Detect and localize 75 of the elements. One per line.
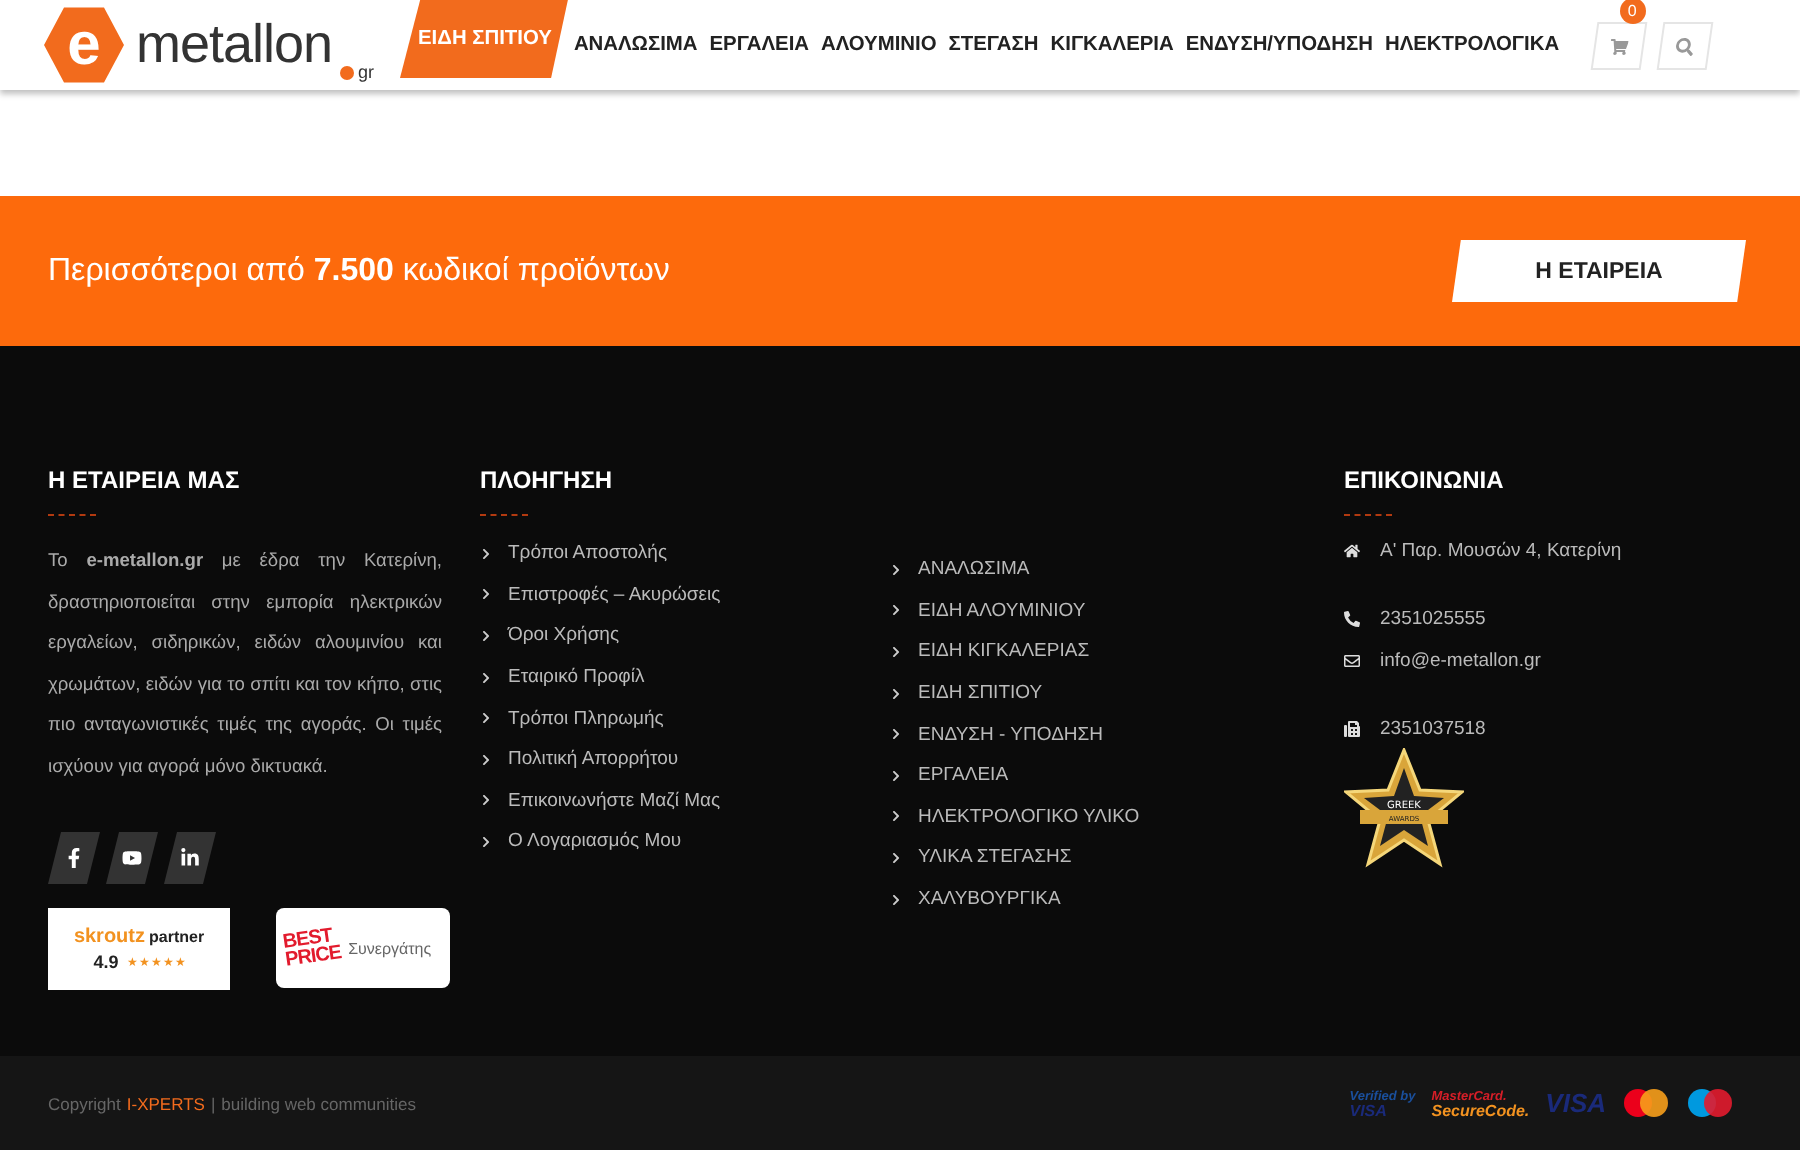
chevron-icon <box>480 753 492 766</box>
chevron-icon <box>890 728 902 741</box>
linkedin-button[interactable] <box>164 832 216 884</box>
youtube-icon <box>122 848 142 868</box>
chevron-icon <box>480 712 492 725</box>
category-link[interactable]: ΕΝΔΥΣΗ - ΥΠΟΔΗΣΗ <box>918 723 1104 746</box>
footer-link[interactable]: Ο Λογαριασμός Μου <box>508 830 682 853</box>
chevron-icon <box>890 769 902 782</box>
category-link[interactable]: ΕΙΔΗ ΣΠΙΤΙΟΥ <box>918 682 1043 705</box>
banner-text: Περισσότεροι από 7.500 κωδικοί προϊόντων <box>48 253 670 289</box>
nav-link[interactable]: ΑΛΟΥΜΙΝΙΟ <box>815 0 943 90</box>
envelope-icon <box>1344 652 1360 670</box>
footer-link[interactable]: Πολιτική Απορρήτου <box>508 748 679 771</box>
chevron-icon <box>480 547 492 560</box>
column-title: ΠΛΟΗΓΗΣΗ <box>480 466 615 494</box>
cart-button[interactable] <box>1589 21 1647 69</box>
facebook-button[interactable] <box>48 832 100 884</box>
chevron-icon <box>890 851 902 864</box>
category-link[interactable]: ΑΝΑΛΩΣΙΜΑ <box>918 558 1030 581</box>
chevron-icon <box>890 687 902 700</box>
chevron-icon <box>890 645 902 658</box>
contact-text: 2351037518 <box>1380 718 1486 740</box>
company-link[interactable]: I-XPERTS <box>126 1093 205 1113</box>
copyright-text: Copyright <box>48 1093 121 1113</box>
search-icon <box>1673 36 1695 54</box>
chevron-icon <box>890 810 902 823</box>
nav-link[interactable]: ΕΝΔΥΣΗ/ΥΠΟΔΗΣΗ <box>1179 0 1379 90</box>
footer-link[interactable]: Τρόποι Αποστολής <box>508 542 668 565</box>
chevron-icon <box>480 794 492 807</box>
chevron-icon <box>480 671 492 684</box>
footer-link[interactable]: Επιστροφές – Ακυρώσεις <box>508 583 721 606</box>
nav-link[interactable]: ΚΙΓΚΑΛΕΡΙΑ <box>1044 0 1180 90</box>
mastercard-icon <box>1622 1088 1670 1118</box>
chevron-icon <box>890 893 902 906</box>
cart-count-badge: 0 <box>1619 0 1646 23</box>
column-title: ΕΠΙΚΟΙΝΩΝΙΑ <box>1344 466 1506 494</box>
about-text: Το e-metallon.gr με έδρα την Κατερίνη, δραστηριοποιείται στην εμπορία ηλεκτρικών εργαλείων, σιδηρικών, ειδών αλουμινίου και χρωμάτων, ειδών για το σπίτι και τον κήπο, στις πιο ανταγωνιστικές τιμές της αγοράς. Οι τιμές ισχύουν για αγορά μόνο δικτυακά. <box>48 548 442 780</box>
footer-link[interactable]: Εταιρικό Προφίλ <box>508 666 645 689</box>
contact-text: info@e-metallon.gr <box>1380 650 1541 672</box>
contact-text: Α' Παρ. Μουσών 4, Κατερίνη <box>1380 540 1622 562</box>
category-link[interactable]: ΕΙΔΗ ΑΛΟΥΜΙΝΙΟΥ <box>918 599 1086 622</box>
cart-icon <box>1607 36 1629 54</box>
facebook-icon <box>64 848 84 868</box>
search-button[interactable] <box>1655 21 1713 69</box>
category-link[interactable]: ΗΛΕΚΤΡΟΛΟΓΙΚΟ ΥΛΙΚΟ <box>918 805 1140 828</box>
footer-link[interactable]: Τρόποι Πληρωμής <box>508 707 664 730</box>
chevron-icon <box>480 588 492 601</box>
contact-text: 2351025555 <box>1380 608 1486 630</box>
chevron-icon <box>890 563 902 576</box>
footer-link[interactable]: Επικοινωνήστε Μαζί Μας <box>508 789 721 812</box>
category-link[interactable]: ΧΑΛΥΒΟΥΡΓΙΚΑ <box>918 888 1061 911</box>
category-link[interactable]: ΥΛΙΚΑ ΣΤΕΓΑΣΗΣ <box>918 846 1072 869</box>
footer-link[interactable]: Όροι Χρήσης <box>508 624 620 647</box>
copyright-text: building web communities <box>221 1093 416 1113</box>
fax-icon <box>1344 720 1360 738</box>
separator-text: | <box>210 1093 216 1113</box>
home-icon <box>1344 542 1360 560</box>
chevron-icon <box>480 629 492 642</box>
company-button[interactable]: Η ΕΤΑΙΡΕΙΑ <box>1452 240 1746 302</box>
chevron-icon <box>480 835 492 848</box>
category-link[interactable]: ΕΙΔΗ ΚΙΓΚΑΛΕΡΙΑΣ <box>918 640 1090 663</box>
nav-link[interactable]: ΑΝΑΛΩΣΙΜΑ <box>567 0 704 90</box>
site-logo[interactable]: e metallon gr <box>44 0 400 90</box>
nav-link[interactable]: ΕΡΓΑΛΕΙΑ <box>703 0 816 90</box>
phone-icon <box>1344 610 1360 628</box>
column-title: Η ΕΤΑΙΡΕΙΑ ΜΑΣ <box>48 466 242 494</box>
linkedin-icon <box>180 848 200 868</box>
bestprice-partner-badge[interactable]: BEST PRICE Συνεργάτης <box>276 908 450 988</box>
chevron-icon <box>890 604 902 617</box>
nav-link[interactable]: ΣΤΕΓΑΣΗ <box>942 0 1045 90</box>
maestro-icon <box>1686 1088 1734 1118</box>
visa-logo: VISA <box>1545 1088 1606 1118</box>
nav-link[interactable]: ΗΛΕΚΤΡΟΛΟΓΙΚΑ <box>1378 0 1566 90</box>
category-link[interactable]: ΕΡΓΑΛΕΙΑ <box>918 764 1009 787</box>
youtube-button[interactable] <box>106 832 158 884</box>
